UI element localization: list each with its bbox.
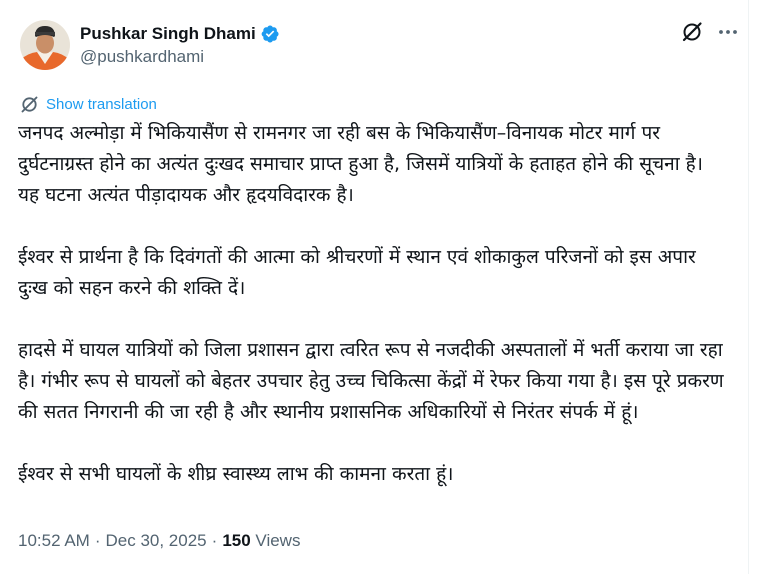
tweet-paragraph: ईश्वर से सभी घायलों के शीघ्र स्वास्थ्य ल… — [18, 463, 454, 485]
translate-icon — [21, 96, 38, 113]
grok-icon[interactable] — [680, 20, 704, 44]
tweet-header: Pushkar Singh Dhami @pushkardhami — [18, 18, 740, 74]
tweet-meta: 10:52 AM · Dec 30, 2025 · 150 Views — [18, 531, 300, 551]
tweet-paragraph: हादसे में घायल यात्रियों को जिला प्रशासन… — [18, 339, 724, 423]
author-handle[interactable]: @pushkardhami — [80, 47, 280, 67]
profile-photo-icon — [20, 20, 70, 70]
views-count: 150 — [222, 531, 251, 550]
tweet-time[interactable]: 10:52 AM — [18, 531, 90, 550]
avatar[interactable] — [20, 20, 70, 70]
show-translation-button[interactable]: Show translation — [20, 95, 157, 114]
meta-separator: · — [211, 531, 218, 550]
header-actions — [680, 20, 740, 44]
verified-badge-icon — [260, 24, 280, 44]
views-label: Views — [255, 531, 301, 550]
meta-separator: · — [94, 531, 101, 550]
show-translation-label: Show translation — [46, 96, 157, 113]
author-info: Pushkar Singh Dhami @pushkardhami — [80, 22, 280, 67]
author-display-name[interactable]: Pushkar Singh Dhami — [80, 24, 256, 44]
tweet-paragraph: ईश्वर से प्रार्थना है कि दिवंगतों की आत्… — [18, 246, 696, 299]
tweet-date[interactable]: Dec 30, 2025 — [106, 531, 207, 550]
more-horizontal-icon[interactable] — [716, 20, 740, 44]
name-row: Pushkar Singh Dhami — [80, 22, 280, 46]
tweet-text: जनपद अल्मोड़ा में भिकियासैंण से रामनगर ज… — [18, 118, 728, 490]
tweet-paragraph: जनपद अल्मोड़ा में भिकियासैंण से रामनगर ज… — [18, 122, 703, 206]
column-divider — [748, 0, 749, 574]
